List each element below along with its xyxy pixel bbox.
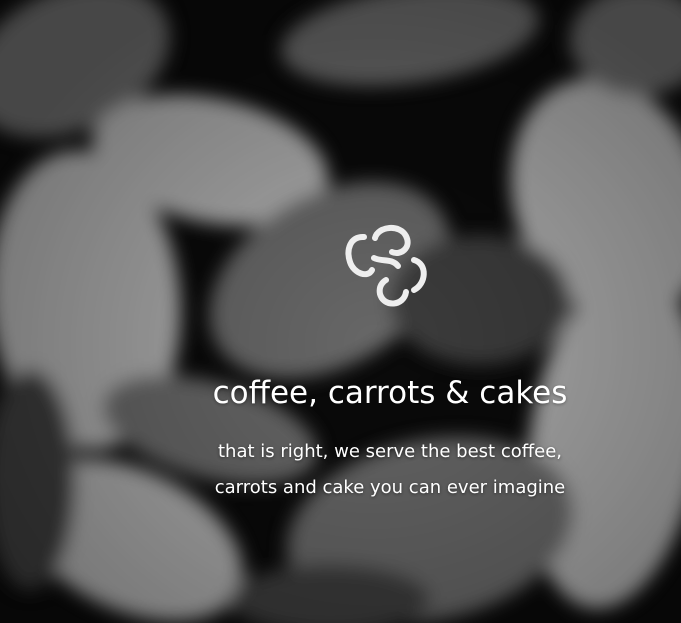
background-vignette (0, 0, 681, 623)
hero-title: coffee, carrots & cakes (212, 375, 568, 411)
trefoil-logo-icon (345, 225, 427, 307)
hero-section: coffee, carrots & cakes that is right, w… (0, 0, 681, 623)
hero-text-block: coffee, carrots & cakes that is right, w… (190, 373, 590, 506)
hero-subtitle: that is right, we serve the best coffee,… (214, 441, 566, 498)
